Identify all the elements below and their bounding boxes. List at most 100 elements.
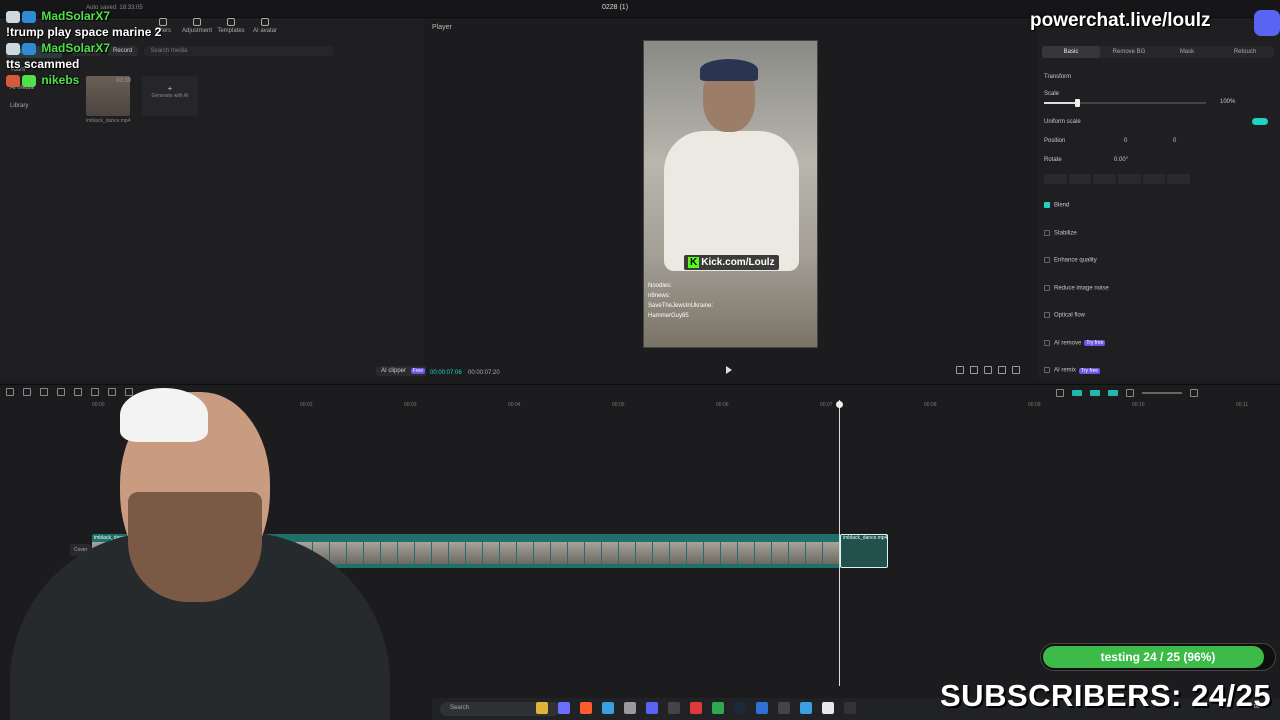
section-reduce-image-noise[interactable]: Reduce image noise	[1044, 284, 1109, 291]
brave-icon[interactable]	[580, 702, 592, 714]
zoom-out-icon[interactable]	[1126, 389, 1134, 397]
emote-icon	[22, 10, 36, 23]
rotate-input[interactable]: 0.00°	[1114, 157, 1128, 163]
section-enhance-quality[interactable]: Enhance quality	[1044, 257, 1097, 264]
app-icon[interactable]	[602, 702, 614, 714]
position-x-input[interactable]: 0	[1124, 138, 1127, 144]
section-blend[interactable]: Blend	[1044, 202, 1069, 209]
uniform-scale-toggle[interactable]	[1252, 118, 1268, 125]
link-icon[interactable]	[1072, 390, 1082, 396]
kick-overlay: K Kick.com/Loulz	[684, 255, 779, 270]
ai-clipper-button[interactable]: AI clipper Free	[376, 366, 430, 376]
scale-slider-fill	[1044, 102, 1077, 104]
fullscreen-icon[interactable]	[1012, 366, 1020, 374]
app-icon[interactable]	[756, 702, 768, 714]
properties-tabs: Basic Remove BG Mask Retouch	[1042, 46, 1274, 58]
clip-frame-thumbnail	[755, 542, 771, 564]
video-chat-overlay: Noodles: n8news: SaveTheJewsInUkraine: H…	[648, 283, 714, 319]
section-checkbox[interactable]	[1044, 284, 1050, 291]
align-middle-icon[interactable]	[1142, 174, 1166, 184]
playhead-handle[interactable]	[836, 401, 843, 408]
clip-frame-thumbnail	[466, 542, 482, 564]
clip-frame-thumbnail	[653, 542, 669, 564]
emote-icon	[6, 74, 20, 87]
tab-retouch[interactable]: Retouch	[1216, 46, 1274, 58]
rotate-label: Rotate	[1044, 157, 1062, 163]
clip-frame-thumbnail	[806, 542, 822, 564]
emote-icon	[6, 42, 20, 55]
section-checkbox[interactable]	[1044, 312, 1050, 318]
app-icon[interactable]	[624, 702, 636, 714]
kick-logo-icon: K	[688, 257, 700, 268]
tab-remove-bg[interactable]: Remove BG	[1100, 46, 1158, 58]
crop-icon[interactable]	[956, 366, 964, 374]
zoom-slider[interactable]	[1142, 392, 1182, 394]
video-preview[interactable]: K Kick.com/Loulz Noodles: n8news: SaveThe…	[643, 40, 818, 348]
scale-slider-handle[interactable]	[1075, 99, 1080, 107]
snapshot-icon[interactable]	[984, 366, 992, 374]
try-free-badge: Try free	[1079, 367, 1101, 374]
steam-icon[interactable]	[734, 702, 746, 714]
chrome-icon[interactable]	[822, 702, 834, 714]
discord-taskbar-icon[interactable]	[646, 702, 658, 714]
ruler-tick-label: 00:09	[1028, 402, 1041, 408]
align-center-icon[interactable]	[1068, 174, 1092, 184]
clip-frame-thumbnail	[483, 542, 499, 564]
notepad-icon[interactable]	[800, 702, 812, 714]
subscriber-count: SUBSCRIBERS: 24/25	[940, 678, 1272, 713]
adjustment-icon	[193, 18, 201, 26]
tab-mask[interactable]: Mask	[1158, 46, 1216, 58]
capcut-icon[interactable]	[778, 702, 790, 714]
emote-icon	[22, 42, 36, 55]
align-top-icon[interactable]	[1118, 174, 1141, 184]
tab-ai-avatar[interactable]: AI avatar	[252, 18, 278, 34]
clip-frame-thumbnail	[517, 542, 533, 564]
chat-message: nikebs	[6, 72, 186, 88]
section-ai-remove[interactable]: AI remove Try free	[1044, 339, 1106, 347]
emote-icon	[6, 10, 20, 23]
player-title: Player	[432, 24, 452, 31]
app-icon[interactable]	[558, 702, 570, 714]
xbox-icon[interactable]	[712, 702, 724, 714]
scale-value[interactable]: 100%	[1220, 99, 1235, 105]
align-left-icon[interactable]	[1044, 174, 1067, 184]
fit-icon[interactable]	[970, 366, 978, 374]
obs-icon[interactable]	[690, 702, 702, 714]
section-checkbox[interactable]	[1044, 367, 1050, 373]
webcam-overlay	[0, 382, 432, 720]
templates-icon	[227, 18, 235, 26]
section-optical-flow[interactable]: Optical flow	[1044, 312, 1085, 319]
ratio-icon[interactable]	[998, 366, 1006, 374]
folder-icon[interactable]	[536, 702, 548, 714]
section-stabilize[interactable]: Stabilize	[1044, 229, 1077, 236]
chat-message: MadSolarX7	[6, 8, 186, 24]
project-title: 0228 (1)	[601, 4, 629, 11]
section-checkbox[interactable]	[1044, 229, 1050, 236]
magnet-icon[interactable]	[1090, 390, 1100, 396]
align-right-icon[interactable]	[1093, 174, 1117, 184]
section-checkbox[interactable]	[1044, 202, 1050, 208]
taskbar-icons	[536, 702, 856, 714]
section-checkbox[interactable]	[1044, 339, 1050, 346]
clip-frame-thumbnail	[602, 542, 618, 564]
tab-basic[interactable]: Basic	[1042, 46, 1100, 58]
clip-frame-thumbnail	[585, 542, 601, 564]
clip-frame-thumbnail	[551, 542, 567, 564]
microphone-icon[interactable]	[1056, 389, 1064, 397]
zoom-in-icon[interactable]	[1190, 389, 1198, 397]
play-icon[interactable]	[726, 366, 732, 374]
terminal-icon[interactable]	[844, 702, 856, 714]
tab-templates[interactable]: Templates	[217, 18, 245, 34]
ruler-tick-label: 00:07	[820, 402, 833, 408]
align-bottom-icon[interactable]	[1167, 174, 1191, 184]
clip-frame-thumbnail	[636, 542, 652, 564]
position-y-input[interactable]: 0	[1173, 138, 1176, 144]
section-ai-remix[interactable]: AI remix Try free	[1044, 367, 1101, 374]
playhead[interactable]	[839, 400, 840, 686]
try-free-badge: Try free	[1084, 340, 1106, 347]
app-icon[interactable]	[668, 702, 680, 714]
preview-axis-icon[interactable]	[1108, 390, 1118, 396]
tab-adjustment[interactable]: Adjustment	[182, 18, 212, 34]
nav-library[interactable]: Library	[6, 100, 62, 112]
section-checkbox[interactable]	[1044, 257, 1050, 263]
